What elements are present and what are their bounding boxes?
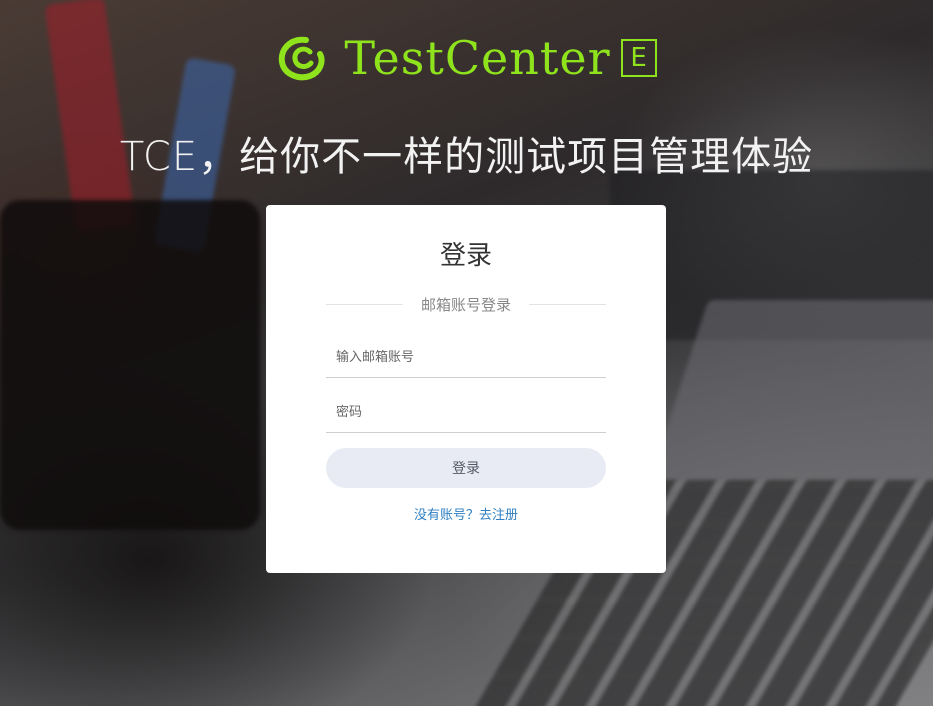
divider-line-right [529,303,607,305]
login-method-label: 邮箱账号登录 [421,295,512,314]
login-button[interactable]: 登录 [326,448,606,488]
password-input[interactable] [326,393,606,433]
brand-logo: TestCenter E [0,28,933,88]
brand-name: TestCenter [344,31,611,85]
email-input[interactable] [326,338,606,378]
login-card: 登录 邮箱账号登录 登录 没有账号？去注册 [266,205,666,573]
login-method-divider: 邮箱账号登录 [326,293,607,315]
login-title: 登录 [439,241,492,271]
swirl-logo-icon [279,36,325,81]
brand-badge: E [620,39,657,77]
divider-line-left [326,303,403,305]
background-pen-cup [0,200,260,530]
register-link[interactable]: 没有账号？去注册 [266,504,666,523]
login-page: TestCenter E TCE，给你不一样的测试项目管理体验 登录 邮箱账号登… [0,0,933,706]
slogan: TCE，给你不一样的测试项目管理体验 [119,134,814,180]
